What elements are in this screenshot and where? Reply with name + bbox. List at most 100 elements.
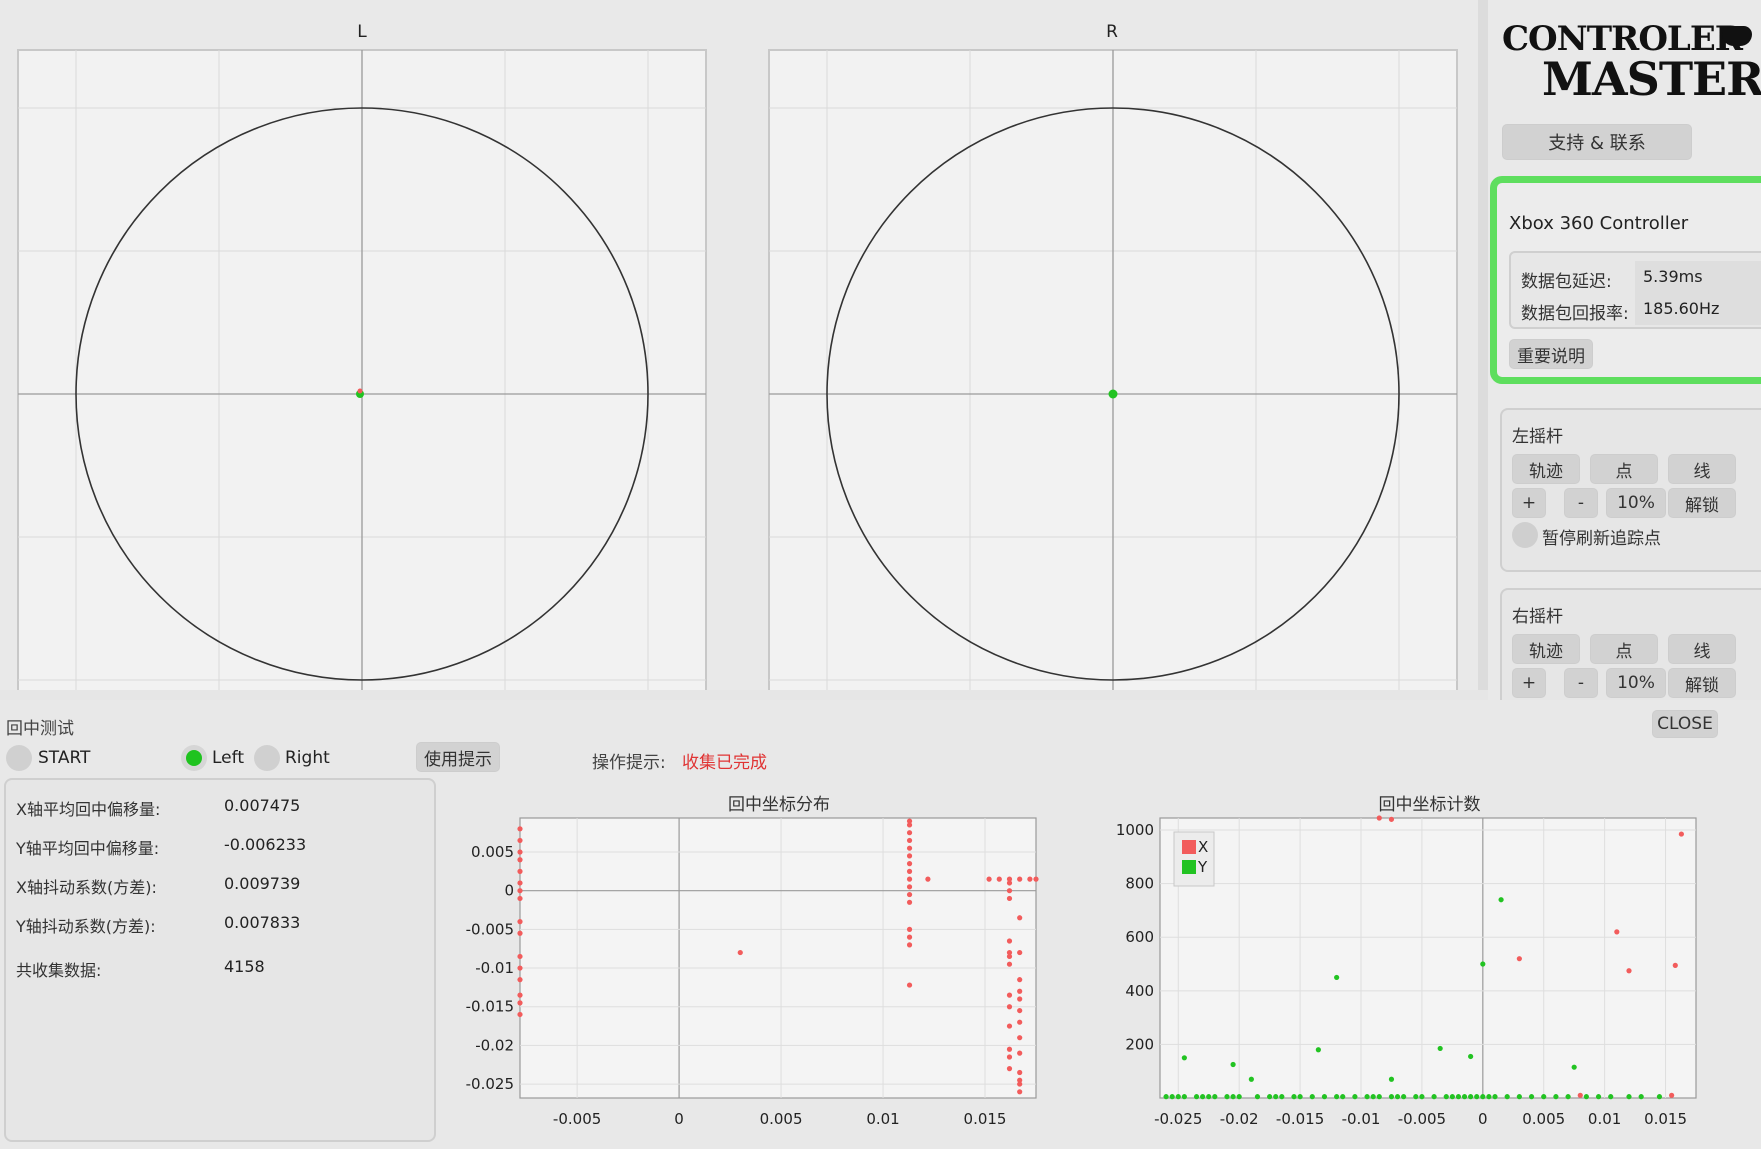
series-y-point xyxy=(1291,1094,1297,1100)
device-panel: Xbox 360 Controller 数据包延迟: 5.39ms 数据包回报率… xyxy=(1490,176,1761,384)
left-percent-button[interactable]: 10% xyxy=(1606,488,1666,518)
data-point xyxy=(1006,992,1013,998)
data-point xyxy=(1017,977,1023,983)
result-value-x-offset: 0.007475 xyxy=(224,796,301,815)
right-trace-button[interactable]: 轨迹 xyxy=(1512,634,1580,664)
data-point xyxy=(906,934,913,940)
y-tick-label: -0.01 xyxy=(475,959,514,977)
series-y-point xyxy=(1376,1094,1382,1100)
series-y-point xyxy=(1352,1094,1358,1100)
right-minus-button[interactable]: - xyxy=(1564,668,1598,698)
close-button[interactable]: CLOSE xyxy=(1652,710,1718,738)
left-radio-label: Left xyxy=(212,748,244,768)
series-y-point xyxy=(1309,1094,1315,1100)
data-point xyxy=(1017,988,1023,994)
right-plus-button[interactable]: + xyxy=(1512,668,1546,698)
latency-label: 数据包延迟: xyxy=(1521,272,1612,292)
series-x-point xyxy=(1678,831,1684,837)
left-stick-title: 左摇杆 xyxy=(1512,427,1563,447)
y-tick-label: -0.025 xyxy=(466,1075,514,1093)
series-x-point xyxy=(1388,816,1395,822)
right-stick-plot: R xyxy=(735,0,1478,690)
data-point xyxy=(906,876,913,882)
data-point xyxy=(1006,880,1013,886)
series-y-point xyxy=(1340,1094,1346,1100)
latency-value: 5.39ms xyxy=(1635,261,1761,293)
left-point-button[interactable]: 点 xyxy=(1590,454,1658,484)
series-y-point xyxy=(1248,1076,1254,1082)
x-tick-label: 0.015 xyxy=(1644,1110,1687,1128)
data-point xyxy=(906,982,913,988)
start-label: START xyxy=(38,748,91,768)
usage-hint-button[interactable]: 使用提示 xyxy=(416,742,500,772)
data-point xyxy=(1017,1050,1023,1056)
start-toggle[interactable] xyxy=(6,745,32,771)
x-tick-label: 0.01 xyxy=(866,1110,899,1128)
series-y-point xyxy=(1583,1094,1589,1100)
data-point xyxy=(1006,888,1013,894)
left-trace-button[interactable]: 轨迹 xyxy=(1512,454,1580,484)
data-point xyxy=(1027,876,1033,882)
data-point xyxy=(925,876,931,882)
data-point xyxy=(1017,1007,1023,1014)
data-point xyxy=(1033,876,1039,882)
series-y-point xyxy=(1334,1094,1340,1100)
data-point xyxy=(517,977,523,983)
data-point xyxy=(517,965,523,971)
data-point xyxy=(1006,938,1013,944)
operation-hint-label: 操作提示: xyxy=(592,753,666,773)
data-point xyxy=(1006,1004,1013,1010)
series-y-point xyxy=(1504,1094,1510,1100)
left-line-button[interactable]: 线 xyxy=(1668,454,1736,484)
data-point xyxy=(1017,1081,1023,1087)
y-tick-label: 1000 xyxy=(1116,821,1154,839)
data-point xyxy=(906,822,913,828)
data-point xyxy=(906,942,913,948)
series-y-point xyxy=(1437,1045,1443,1052)
panel-divider xyxy=(1478,0,1488,690)
data-point xyxy=(906,884,913,890)
right-percent-button[interactable]: 10% xyxy=(1606,668,1666,698)
data-point xyxy=(1017,1019,1023,1025)
left-minus-button[interactable]: - xyxy=(1564,488,1598,518)
legend-label-y: Y xyxy=(1197,858,1208,876)
series-y-point xyxy=(1388,1076,1395,1082)
series-y-point xyxy=(1419,1094,1425,1100)
left-radio[interactable] xyxy=(181,745,207,771)
data-point xyxy=(1006,1046,1013,1052)
series-y-point xyxy=(1528,1094,1535,1100)
right-radio-label: Right xyxy=(285,748,330,768)
series-y-point xyxy=(1394,1094,1401,1100)
data-point xyxy=(1006,1066,1013,1072)
series-y-point xyxy=(1206,1094,1212,1100)
left-unlock-button[interactable]: 解锁 xyxy=(1668,488,1736,518)
series-y-point xyxy=(1230,1061,1236,1068)
legend-swatch-y xyxy=(1182,860,1196,874)
series-y-point xyxy=(1254,1094,1261,1100)
left-plus-button[interactable]: + xyxy=(1512,488,1546,518)
result-label-count: 共收集数据: xyxy=(16,961,102,980)
right-radio[interactable] xyxy=(254,745,280,771)
x-tick-label: 0 xyxy=(1478,1110,1488,1128)
y-tick-label: -0.015 xyxy=(466,998,514,1016)
data-point xyxy=(1017,949,1023,956)
series-y-point xyxy=(1230,1094,1236,1100)
series-x-point xyxy=(1669,1092,1675,1098)
pause-refresh-checkbox[interactable] xyxy=(1512,522,1538,548)
important-note-button[interactable]: 重要说明 xyxy=(1509,339,1593,369)
series-y-point xyxy=(1656,1094,1663,1100)
right-point-button[interactable]: 点 xyxy=(1590,634,1658,664)
data-point xyxy=(906,861,913,867)
result-label-x-jitter: X轴抖动系数(方差): xyxy=(16,878,157,897)
series-y-point xyxy=(1468,1094,1474,1100)
result-value-x-jitter: 0.009739 xyxy=(224,874,301,893)
support-contact-button[interactable]: 支持 & 联系 xyxy=(1502,124,1692,160)
left-stick-canvas xyxy=(17,49,707,690)
right-line-button[interactable]: 线 xyxy=(1668,634,1736,664)
data-point xyxy=(517,919,523,925)
y-tick-label: 0 xyxy=(504,882,514,900)
series-y-point xyxy=(1388,1094,1395,1100)
series-y-point xyxy=(1321,1094,1328,1100)
app-logo: CONTROLER MASTER xyxy=(1502,22,1761,104)
right-unlock-button[interactable]: 解锁 xyxy=(1668,668,1736,698)
